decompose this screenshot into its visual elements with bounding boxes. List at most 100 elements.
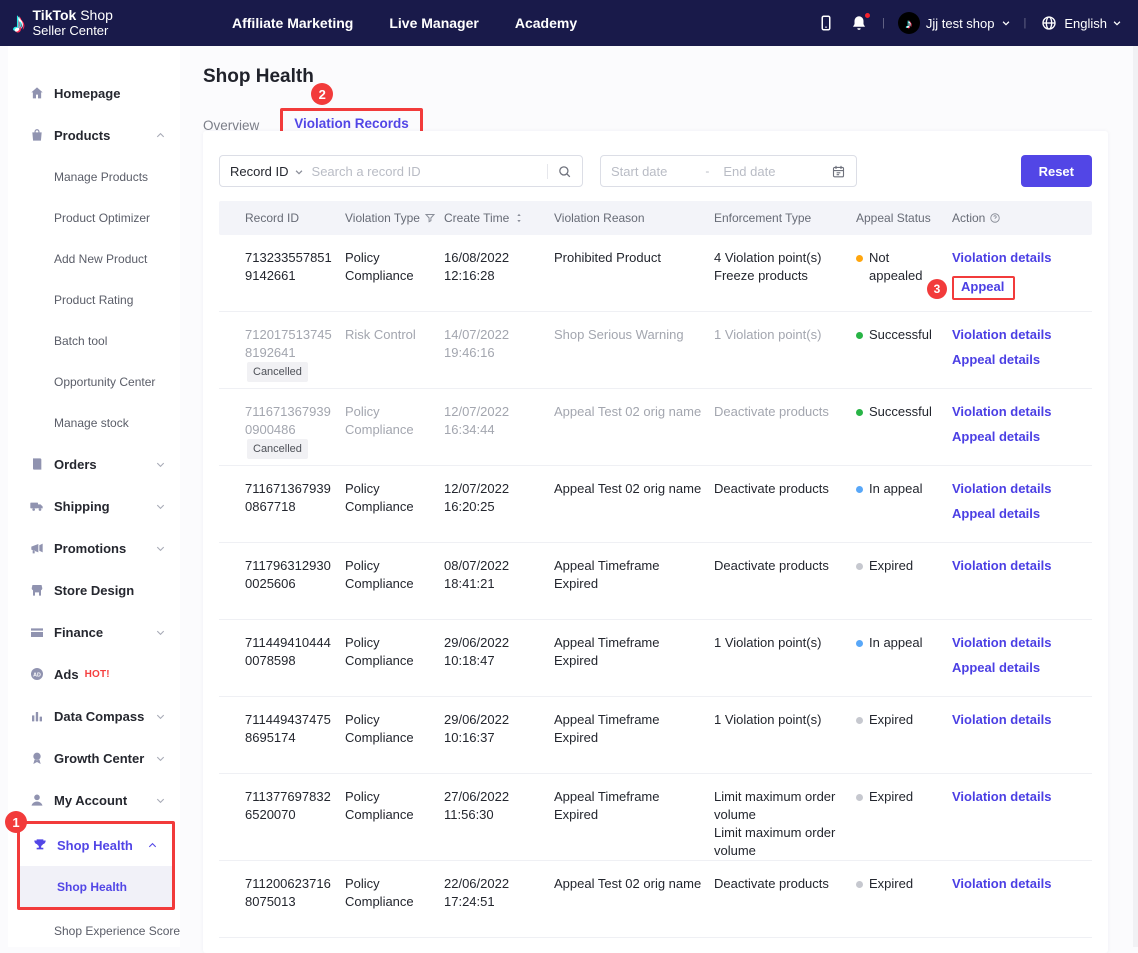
sidebar-item-finance[interactable]: Finance — [8, 611, 180, 653]
shipping-icon — [28, 498, 45, 515]
end-date-placeholder: End date — [723, 164, 775, 179]
action-link-violation-details[interactable]: Violation details — [952, 403, 1080, 421]
mobile-app-icon[interactable] — [816, 13, 836, 33]
table-row: 7116713679390900486 CancelledPolicy Comp… — [219, 389, 1092, 466]
sidebar-item-shipping[interactable]: Shipping — [8, 485, 180, 527]
sidebar-item-data-compass[interactable]: Data Compass — [8, 695, 180, 737]
col-enforcement-type: Enforcement Type — [714, 211, 856, 225]
tab-violation-records[interactable]: Violation Records — [294, 116, 409, 131]
shop-selector[interactable]: ♪ Jjj test shop — [898, 12, 1011, 34]
sidebar-item-homepage[interactable]: Homepage — [8, 72, 180, 114]
nav-live-manager[interactable]: Live Manager — [389, 15, 478, 31]
chevron-down-icon — [155, 459, 166, 470]
tiktok-note-icon: ♪ — [12, 10, 26, 37]
language-label: English — [1064, 16, 1107, 31]
table-row: 7112006237168075013Policy Compliance22/0… — [219, 861, 1092, 938]
sidebar-subitem-product-optimizer[interactable]: Product Optimizer — [8, 197, 180, 238]
sidebar-item-ads[interactable]: ADAdsHOT! — [8, 653, 180, 695]
sidebar-item-promotions[interactable]: Promotions — [8, 527, 180, 569]
action-link-appeal-details[interactable]: Appeal details — [952, 428, 1080, 446]
sidebar-subitem-manage-products[interactable]: Manage Products — [8, 156, 180, 197]
reset-button[interactable]: Reset — [1021, 155, 1092, 187]
table-row: 7120175137458192641 CancelledRisk Contro… — [219, 312, 1092, 389]
sidebar-subitem-add-new-product[interactable]: Add New Product — [8, 238, 180, 279]
date-range-picker[interactable]: Start date - End date — [600, 155, 857, 187]
action-link-violation-details[interactable]: Violation details — [952, 480, 1080, 498]
sidebar-subitem-shop-health[interactable]: Shop Health — [20, 866, 172, 907]
violation-table: Record ID Violation Type Create Time Vio… — [219, 201, 1092, 938]
create-time: 27/06/202211:56:30 — [444, 788, 554, 824]
scrollbar[interactable] — [1133, 46, 1138, 947]
filter-funnel-icon[interactable] — [424, 212, 436, 224]
search-icon[interactable] — [557, 164, 572, 179]
help-icon[interactable] — [989, 212, 1001, 224]
action-link-appeal-details[interactable]: Appeal details — [952, 351, 1080, 369]
enforcement-type: 1 Violation point(s) — [714, 711, 856, 729]
sidebar-item-store-design[interactable]: Store Design — [8, 569, 180, 611]
orders-icon — [28, 456, 45, 473]
action-link-appeal[interactable]: Appeal — [961, 278, 1004, 296]
cancelled-badge: Cancelled — [247, 439, 308, 459]
action-link-appeal-details[interactable]: Appeal details — [952, 659, 1080, 677]
appeal-status: Successful — [856, 326, 952, 344]
notification-dot — [864, 12, 871, 19]
separator: | — [1024, 17, 1027, 29]
violation-reason: Appeal Test 02 orig name — [554, 403, 714, 421]
action-link-violation-details[interactable]: Violation details — [952, 634, 1080, 652]
sidebar-item-my-account[interactable]: My Account — [8, 779, 180, 821]
status-dot — [856, 409, 863, 416]
logo-text: TikTok Shop Seller Center — [33, 8, 113, 38]
violation-type: Risk Control — [345, 326, 444, 344]
table-row: 7132335578519142661Policy Compliance16/0… — [219, 235, 1092, 312]
data-icon — [28, 708, 45, 725]
sort-icon[interactable] — [513, 212, 525, 224]
account-icon — [28, 792, 45, 809]
health-icon — [31, 837, 48, 854]
status-dot — [856, 717, 863, 724]
action-link-violation-details[interactable]: Violation details — [952, 557, 1080, 575]
nav-affiliate-marketing[interactable]: Affiliate Marketing — [232, 15, 353, 31]
violation-reason: Appeal Timeframe Expired — [554, 711, 714, 747]
record-search-input[interactable] — [312, 164, 547, 179]
status-dot — [856, 794, 863, 801]
sidebar-subitem-manage-stock[interactable]: Manage stock — [8, 402, 180, 443]
table-row: 7116713679390867718Policy Compliance12/0… — [219, 466, 1092, 543]
ads-icon: AD — [28, 666, 45, 683]
sidebar-item-growth-center[interactable]: Growth Center — [8, 737, 180, 779]
enforcement-type: Deactivate products — [714, 557, 856, 575]
action-link-violation-details[interactable]: Violation details — [952, 875, 1080, 893]
appeal-status: Expired — [856, 557, 952, 575]
nav-academy[interactable]: Academy — [515, 15, 577, 31]
table-row: 7114494104440078598Policy Compliance29/0… — [219, 620, 1092, 697]
action-cell: Violation details Appeal details — [952, 634, 1092, 684]
enforcement-type: Deactivate products — [714, 403, 856, 421]
language-selector[interactable]: English — [1039, 13, 1122, 33]
violation-type: Policy Compliance — [345, 711, 444, 747]
tiktok-shop-logo[interactable]: ♪ TikTok Shop Seller Center — [12, 8, 202, 38]
violation-type: Policy Compliance — [345, 403, 444, 439]
sidebar-item-orders[interactable]: Orders — [8, 443, 180, 485]
products-icon — [28, 127, 45, 144]
action-link-violation-details[interactable]: Violation details — [952, 711, 1080, 729]
search-field-selector[interactable]: Record ID — [230, 164, 289, 179]
action-link-violation-details[interactable]: Violation details — [952, 788, 1080, 806]
sidebar-subitem-batch-tool[interactable]: Batch tool — [8, 320, 180, 361]
record-id: 7120175137458192641 Cancelled — [219, 326, 345, 382]
enforcement-type: Limit maximum order volumeLimit maximum … — [714, 788, 856, 860]
action-link-violation-details[interactable]: Violation details — [952, 249, 1080, 267]
chevron-down-icon — [1112, 16, 1122, 31]
action-link-violation-details[interactable]: Violation details — [952, 326, 1080, 344]
notification-bell-icon[interactable] — [849, 13, 869, 33]
action-cell: Violation details Appeal details — [952, 403, 1092, 453]
sidebar-subitem-shop-experience-score[interactable]: Shop Experience Score — [8, 910, 180, 951]
sidebar-subitem-opportunity-center[interactable]: Opportunity Center — [8, 361, 180, 402]
sidebar-subitem-product-rating[interactable]: Product Rating — [8, 279, 180, 320]
appeal-status: Expired — [856, 875, 952, 893]
sidebar-item-products[interactable]: Products — [8, 114, 180, 156]
create-time: 14/07/202219:46:16 — [444, 326, 554, 362]
chevron-down-icon — [155, 543, 166, 554]
date-dash: - — [705, 164, 709, 178]
chevron-down-icon — [155, 753, 166, 764]
action-link-appeal-details[interactable]: Appeal details — [952, 505, 1080, 523]
sidebar-item-shop-health[interactable]: Shop Health — [20, 824, 172, 866]
